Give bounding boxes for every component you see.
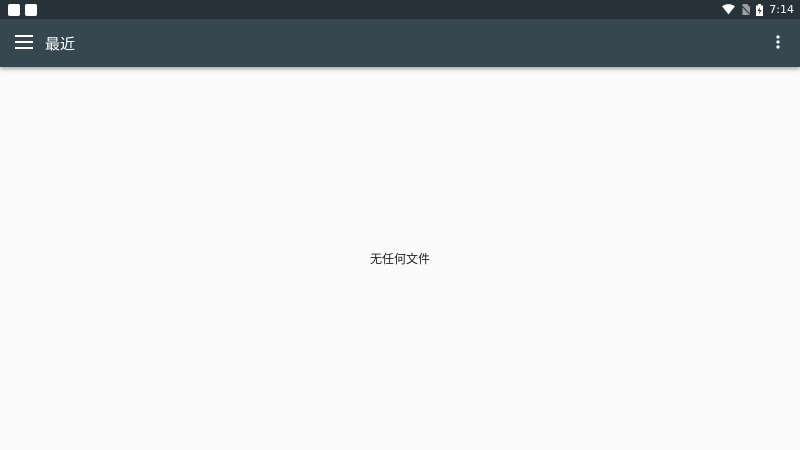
notification-square-icon — [25, 3, 37, 16]
no-sim-icon — [741, 4, 751, 15]
clock: 7:14 — [769, 3, 794, 16]
notification-area — [8, 3, 37, 16]
hamburger-menu-icon — [15, 34, 33, 53]
more-vert-icon — [776, 34, 780, 53]
battery-charging-icon — [756, 3, 764, 16]
status-bar: 7:14 — [0, 0, 800, 19]
navigation-drawer-button[interactable] — [0, 19, 48, 67]
system-icons: 7:14 — [722, 3, 794, 16]
wifi-icon — [722, 4, 736, 15]
page-title: 最近 — [45, 34, 76, 53]
recent-files-list: 无任何文件 — [0, 67, 800, 450]
overflow-menu-button[interactable] — [756, 19, 800, 67]
empty-state-message: 无任何文件 — [369, 252, 430, 266]
toolbar: 最近 — [0, 19, 800, 67]
notification-square-icon — [8, 3, 20, 16]
